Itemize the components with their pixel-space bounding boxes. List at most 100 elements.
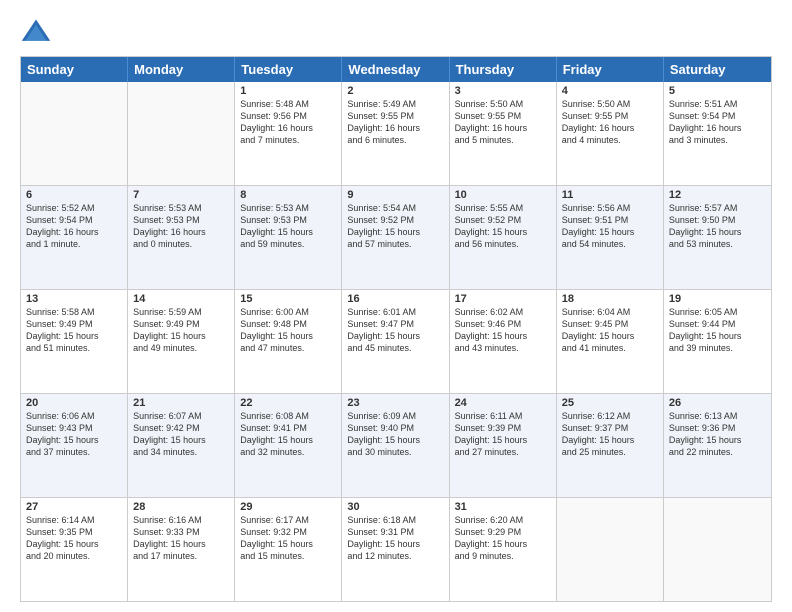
day-number: 30 (347, 501, 443, 513)
day-number: 28 (133, 501, 229, 513)
empty-cell (664, 498, 771, 601)
day-info: Sunrise: 5:59 AMSunset: 9:49 PMDaylight:… (133, 306, 229, 355)
day-number: 2 (347, 85, 443, 97)
day-cell-9: 9Sunrise: 5:54 AMSunset: 9:52 PMDaylight… (342, 186, 449, 289)
day-cell-22: 22Sunrise: 6:08 AMSunset: 9:41 PMDayligh… (235, 394, 342, 497)
day-info: Sunrise: 6:11 AMSunset: 9:39 PMDaylight:… (455, 410, 551, 459)
day-number: 27 (26, 501, 122, 513)
day-number: 26 (669, 397, 766, 409)
day-info: Sunrise: 6:16 AMSunset: 9:33 PMDaylight:… (133, 514, 229, 563)
calendar-body: 1Sunrise: 5:48 AMSunset: 9:56 PMDaylight… (21, 82, 771, 601)
day-cell-17: 17Sunrise: 6:02 AMSunset: 9:46 PMDayligh… (450, 290, 557, 393)
day-info: Sunrise: 6:06 AMSunset: 9:43 PMDaylight:… (26, 410, 122, 459)
day-number: 15 (240, 293, 336, 305)
day-cell-1: 1Sunrise: 5:48 AMSunset: 9:56 PMDaylight… (235, 82, 342, 185)
day-info: Sunrise: 5:49 AMSunset: 9:55 PMDaylight:… (347, 98, 443, 147)
day-cell-20: 20Sunrise: 6:06 AMSunset: 9:43 PMDayligh… (21, 394, 128, 497)
day-number: 29 (240, 501, 336, 513)
day-number: 7 (133, 189, 229, 201)
day-info: Sunrise: 5:51 AMSunset: 9:54 PMDaylight:… (669, 98, 766, 147)
day-info: Sunrise: 6:20 AMSunset: 9:29 PMDaylight:… (455, 514, 551, 563)
day-cell-3: 3Sunrise: 5:50 AMSunset: 9:55 PMDaylight… (450, 82, 557, 185)
day-cell-11: 11Sunrise: 5:56 AMSunset: 9:51 PMDayligh… (557, 186, 664, 289)
day-info: Sunrise: 5:50 AMSunset: 9:55 PMDaylight:… (562, 98, 658, 147)
day-cell-23: 23Sunrise: 6:09 AMSunset: 9:40 PMDayligh… (342, 394, 449, 497)
day-number: 8 (240, 189, 336, 201)
header-day-friday: Friday (557, 57, 664, 82)
day-info: Sunrise: 5:48 AMSunset: 9:56 PMDaylight:… (240, 98, 336, 147)
day-info: Sunrise: 5:52 AMSunset: 9:54 PMDaylight:… (26, 202, 122, 251)
day-info: Sunrise: 6:12 AMSunset: 9:37 PMDaylight:… (562, 410, 658, 459)
header-day-wednesday: Wednesday (342, 57, 449, 82)
day-number: 4 (562, 85, 658, 97)
empty-cell (128, 82, 235, 185)
day-number: 18 (562, 293, 658, 305)
day-cell-28: 28Sunrise: 6:16 AMSunset: 9:33 PMDayligh… (128, 498, 235, 601)
day-info: Sunrise: 6:05 AMSunset: 9:44 PMDaylight:… (669, 306, 766, 355)
day-number: 20 (26, 397, 122, 409)
day-number: 11 (562, 189, 658, 201)
day-number: 24 (455, 397, 551, 409)
day-info: Sunrise: 6:18 AMSunset: 9:31 PMDaylight:… (347, 514, 443, 563)
day-info: Sunrise: 6:07 AMSunset: 9:42 PMDaylight:… (133, 410, 229, 459)
day-info: Sunrise: 6:08 AMSunset: 9:41 PMDaylight:… (240, 410, 336, 459)
calendar-week-3: 13Sunrise: 5:58 AMSunset: 9:49 PMDayligh… (21, 290, 771, 394)
calendar-week-5: 27Sunrise: 6:14 AMSunset: 9:35 PMDayligh… (21, 498, 771, 601)
day-cell-30: 30Sunrise: 6:18 AMSunset: 9:31 PMDayligh… (342, 498, 449, 601)
day-cell-15: 15Sunrise: 6:00 AMSunset: 9:48 PMDayligh… (235, 290, 342, 393)
calendar-week-4: 20Sunrise: 6:06 AMSunset: 9:43 PMDayligh… (21, 394, 771, 498)
day-info: Sunrise: 5:53 AMSunset: 9:53 PMDaylight:… (240, 202, 336, 251)
day-number: 10 (455, 189, 551, 201)
day-info: Sunrise: 6:13 AMSunset: 9:36 PMDaylight:… (669, 410, 766, 459)
day-number: 31 (455, 501, 551, 513)
day-cell-16: 16Sunrise: 6:01 AMSunset: 9:47 PMDayligh… (342, 290, 449, 393)
logo-icon (20, 16, 52, 48)
day-number: 19 (669, 293, 766, 305)
day-number: 12 (669, 189, 766, 201)
day-cell-26: 26Sunrise: 6:13 AMSunset: 9:36 PMDayligh… (664, 394, 771, 497)
header-day-tuesday: Tuesday (235, 57, 342, 82)
day-number: 13 (26, 293, 122, 305)
empty-cell (21, 82, 128, 185)
day-cell-21: 21Sunrise: 6:07 AMSunset: 9:42 PMDayligh… (128, 394, 235, 497)
day-info: Sunrise: 5:58 AMSunset: 9:49 PMDaylight:… (26, 306, 122, 355)
day-info: Sunrise: 5:55 AMSunset: 9:52 PMDaylight:… (455, 202, 551, 251)
day-number: 25 (562, 397, 658, 409)
day-cell-8: 8Sunrise: 5:53 AMSunset: 9:53 PMDaylight… (235, 186, 342, 289)
calendar-week-1: 1Sunrise: 5:48 AMSunset: 9:56 PMDaylight… (21, 82, 771, 186)
day-cell-2: 2Sunrise: 5:49 AMSunset: 9:55 PMDaylight… (342, 82, 449, 185)
day-cell-18: 18Sunrise: 6:04 AMSunset: 9:45 PMDayligh… (557, 290, 664, 393)
day-cell-12: 12Sunrise: 5:57 AMSunset: 9:50 PMDayligh… (664, 186, 771, 289)
day-cell-13: 13Sunrise: 5:58 AMSunset: 9:49 PMDayligh… (21, 290, 128, 393)
day-number: 21 (133, 397, 229, 409)
day-cell-4: 4Sunrise: 5:50 AMSunset: 9:55 PMDaylight… (557, 82, 664, 185)
day-number: 16 (347, 293, 443, 305)
day-info: Sunrise: 6:00 AMSunset: 9:48 PMDaylight:… (240, 306, 336, 355)
empty-cell (557, 498, 664, 601)
day-cell-5: 5Sunrise: 5:51 AMSunset: 9:54 PMDaylight… (664, 82, 771, 185)
day-cell-6: 6Sunrise: 5:52 AMSunset: 9:54 PMDaylight… (21, 186, 128, 289)
day-info: Sunrise: 6:14 AMSunset: 9:35 PMDaylight:… (26, 514, 122, 563)
day-cell-10: 10Sunrise: 5:55 AMSunset: 9:52 PMDayligh… (450, 186, 557, 289)
day-info: Sunrise: 6:04 AMSunset: 9:45 PMDaylight:… (562, 306, 658, 355)
day-info: Sunrise: 6:02 AMSunset: 9:46 PMDaylight:… (455, 306, 551, 355)
day-number: 6 (26, 189, 122, 201)
day-number: 22 (240, 397, 336, 409)
day-number: 1 (240, 85, 336, 97)
day-cell-14: 14Sunrise: 5:59 AMSunset: 9:49 PMDayligh… (128, 290, 235, 393)
day-number: 23 (347, 397, 443, 409)
day-cell-25: 25Sunrise: 6:12 AMSunset: 9:37 PMDayligh… (557, 394, 664, 497)
day-number: 14 (133, 293, 229, 305)
calendar-header: SundayMondayTuesdayWednesdayThursdayFrid… (21, 57, 771, 82)
day-info: Sunrise: 6:01 AMSunset: 9:47 PMDaylight:… (347, 306, 443, 355)
calendar: SundayMondayTuesdayWednesdayThursdayFrid… (20, 56, 772, 602)
day-number: 3 (455, 85, 551, 97)
header-day-saturday: Saturday (664, 57, 771, 82)
day-cell-29: 29Sunrise: 6:17 AMSunset: 9:32 PMDayligh… (235, 498, 342, 601)
day-info: Sunrise: 6:17 AMSunset: 9:32 PMDaylight:… (240, 514, 336, 563)
page: SundayMondayTuesdayWednesdayThursdayFrid… (0, 0, 792, 612)
header-day-monday: Monday (128, 57, 235, 82)
day-info: Sunrise: 5:53 AMSunset: 9:53 PMDaylight:… (133, 202, 229, 251)
day-cell-27: 27Sunrise: 6:14 AMSunset: 9:35 PMDayligh… (21, 498, 128, 601)
calendar-week-2: 6Sunrise: 5:52 AMSunset: 9:54 PMDaylight… (21, 186, 771, 290)
